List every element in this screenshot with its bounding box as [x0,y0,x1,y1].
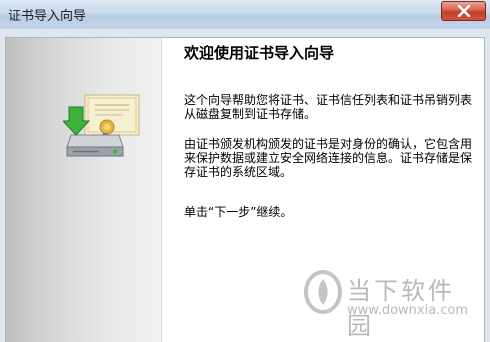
description-text: 由证书颁发机构颁发的证书是对身份的确认，它包含用来保护数据或建立安全网络连接的信… [184,137,473,179]
continue-instruction: 单击“下一步”继续。 [184,205,293,219]
close-icon [457,5,470,17]
watermark-url: www.downxia.com [347,303,469,318]
downxia-logo-icon [304,270,342,314]
certificate-import-icon [63,94,140,157]
page-title: 欢迎使用证书导入向导 [184,44,335,62]
close-button[interactable] [441,1,486,21]
intro-text: 这个向导帮助您将证书、证书信任列表和证书吊销列表从磁盘复制到证书存储。 [184,93,473,121]
watermark: 当下软件园 www.downxia.com [302,265,477,340]
wizard-sidebar [6,38,162,342]
title-bar: 证书导入向导 [0,0,490,30]
window-title: 证书导入向导 [8,9,87,24]
